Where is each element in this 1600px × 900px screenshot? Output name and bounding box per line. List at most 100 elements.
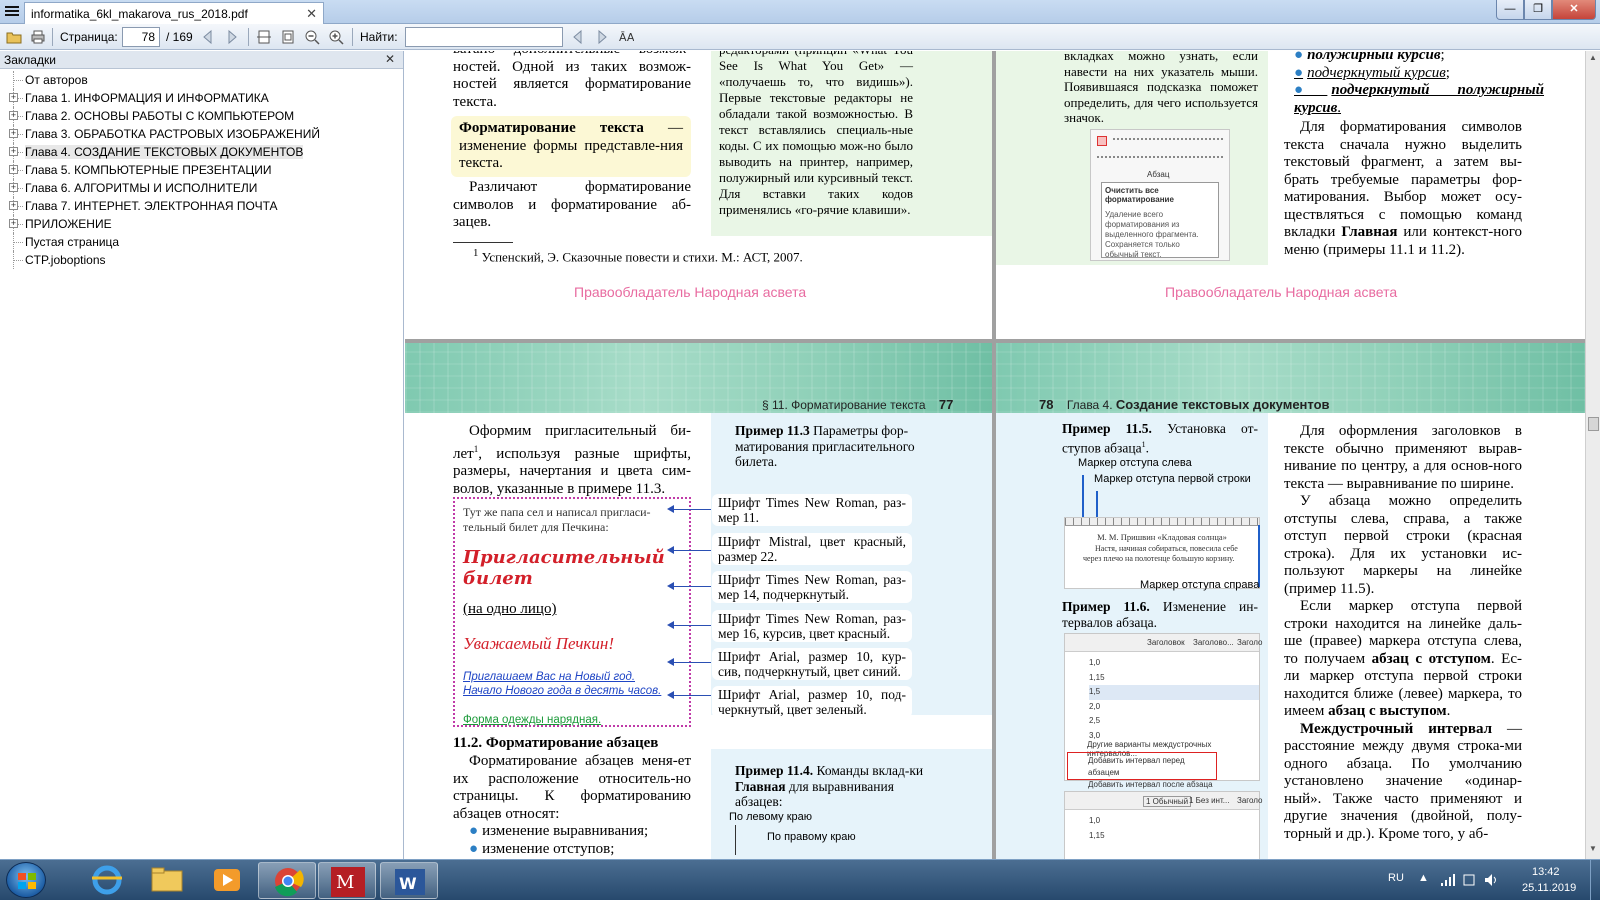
bookmark-item[interactable]: + Глава 7. ИНТЕРНЕТ. ЭЛЕКТРОННАЯ ПОЧТА xyxy=(0,197,403,215)
ribbon-buttons xyxy=(1097,156,1223,162)
bookmark-item[interactable]: + Глава 5. КОМПЬЮТЕРНЫЕ ПРЕЗЕНТАЦИИ xyxy=(0,161,403,179)
hamburger-menu-icon[interactable] xyxy=(4,4,20,20)
fit-page-icon[interactable] xyxy=(280,29,296,45)
bookmark-item[interactable]: + Глава 3. ОБРАБОТКА РАСТРОВЫХ ИЗОБРАЖЕНИ… xyxy=(0,125,403,143)
match-case-icon[interactable]: ĀA xyxy=(618,29,634,45)
sidebar-text: вкладках можно узнать, если навести на н… xyxy=(1064,51,1258,125)
invitation-card: Тут же папа сел и написал пригласи-тельн… xyxy=(453,497,691,727)
running-header: § 11. Форматирование текста 77 xyxy=(762,397,953,412)
expand-icon[interactable]: + xyxy=(9,129,18,138)
show-desktop-button[interactable] xyxy=(1590,860,1600,900)
document-tab-title: informatika_6kl_makarova_rus_2018.pdf xyxy=(31,7,248,21)
zoom-in-icon[interactable] xyxy=(328,29,344,45)
pdf-master-icon[interactable]: M xyxy=(318,862,376,899)
spacing-option: 1,0 xyxy=(1089,658,1101,667)
bookmark-label: Глава 1. ИНФОРМАЦИЯ И ИНФОРМАТИКА xyxy=(25,91,269,105)
expand-icon[interactable]: + xyxy=(9,201,18,210)
list-item: ● изменение выравнивания; xyxy=(469,823,649,839)
chrome-icon[interactable] xyxy=(258,862,316,899)
example-box: Пример 11.4. Команды вклад-ки Главная дл… xyxy=(711,749,992,859)
clock-time[interactable]: 13:42 xyxy=(1532,866,1560,878)
spacing-option: 1,5 xyxy=(1089,685,1259,700)
align-right-label: По правому краю xyxy=(767,831,856,843)
internet-explorer-icon[interactable] xyxy=(78,862,136,899)
bookmark-label: Пустая страница xyxy=(25,235,120,249)
page-paragraph: Для оформления заголовков в тексте обычн… xyxy=(1284,423,1522,492)
find-label: Найти: xyxy=(360,30,398,44)
vertical-scrollbar[interactable]: ▲ ▼ xyxy=(1585,51,1600,859)
zoom-out-icon[interactable] xyxy=(304,29,320,45)
find-previous-icon[interactable] xyxy=(570,29,586,45)
network-icon[interactable] xyxy=(1440,873,1456,887)
watermark: Правообладатель Народная асвета xyxy=(1165,284,1398,300)
bookmark-label: Глава 6. АЛГОРИТМЫ И ИСПОЛНИТЕЛИ xyxy=(25,181,258,195)
bullet-list: ● полужирный курсив; ● подчеркнутый курсив… xyxy=(1294,51,1544,117)
minimize-button[interactable]: — xyxy=(1496,0,1524,20)
page-paragraph: Междустрочный интервал — расстояние межд… xyxy=(1284,720,1523,842)
card-intro: Тут же папа сел и написал пригласи-тельн… xyxy=(463,505,651,534)
media-player-icon[interactable] xyxy=(198,862,256,899)
file-explorer-icon[interactable] xyxy=(138,862,196,899)
page-paragraph: Если маркер отступа первой строки находи… xyxy=(1284,598,1522,719)
format-spec: Шрифт Times New Roman, раз-мер 11. xyxy=(712,494,912,526)
styles-bar: 1 Обычный 1 Без инт... Заголо xyxy=(1065,792,1263,810)
bookmark-item[interactable]: + Глава 4. СОЗДАНИЕ ТЕКСТОВЫХ ДОКУМЕНТОВ xyxy=(0,143,403,161)
find-input[interactable] xyxy=(405,27,563,47)
pointer-arrow xyxy=(667,621,711,629)
pointer-arrow xyxy=(667,505,711,513)
footnote-text: Успенский, Э. Сказочные повести и стихи.… xyxy=(481,249,803,265)
sidebar-box: редакторами (принцип «What You See Is Wh… xyxy=(711,51,992,236)
expand-icon[interactable]: + xyxy=(9,93,18,102)
word-icon[interactable]: W xyxy=(380,862,438,899)
expand-icon[interactable]: + xyxy=(9,147,18,156)
previous-page-icon[interactable] xyxy=(200,29,216,45)
ribbon-screenshot: Абзац Очистить все форматирование Удален… xyxy=(1090,129,1230,261)
bookmark-item[interactable]: + Глава 2. ОСНОВЫ РАБОТЫ С КОМПЬЮТЕРОМ xyxy=(0,107,403,125)
running-title: § 11. Форматирование текста xyxy=(762,398,926,412)
page-number-input[interactable] xyxy=(122,27,160,47)
bookmark-item[interactable]: + Глава 6. АЛГОРИТМЫ И ИСПОЛНИТЕЛИ xyxy=(0,179,403,197)
expand-icon[interactable]: + xyxy=(9,111,18,120)
bookmarks-close-icon[interactable]: ✕ xyxy=(385,52,395,66)
bookmark-item[interactable]: Пустая страница xyxy=(0,233,403,251)
arrow-line xyxy=(1082,475,1084,517)
maximize-button[interactable]: ❐ xyxy=(1524,0,1552,20)
action-center-icon[interactable] xyxy=(1462,873,1476,887)
scroll-down-icon[interactable]: ▼ xyxy=(1589,844,1597,853)
start-button[interactable] xyxy=(6,862,46,898)
format-spec: Шрифт Arial, размер 10, под-черкнутый, ц… xyxy=(712,686,912,718)
expand-icon[interactable]: + xyxy=(9,219,18,228)
expand-icon[interactable]: + xyxy=(9,165,18,174)
document-tab[interactable]: informatika_6kl_makarova_rus_2018.pdf ✕ xyxy=(24,2,324,24)
close-window-button[interactable]: ✕ xyxy=(1552,0,1596,20)
bookmark-item[interactable]: + Глава 1. ИНФОРМАЦИЯ И ИНФОРМАТИКА xyxy=(0,89,403,107)
open-file-icon[interactable] xyxy=(6,29,22,45)
document-viewer[interactable]: ватано дополнительные возмож-ностей. Одн… xyxy=(405,51,1585,859)
page-total: / 169 xyxy=(166,30,193,44)
spacing-list: 1,0 1,15 xyxy=(1089,816,1105,840)
tab-close-icon[interactable]: ✕ xyxy=(306,6,317,22)
language-indicator[interactable]: RU xyxy=(1388,872,1404,884)
bookmark-label: Глава 2. ОСНОВЫ РАБОТЫ С КОМПЬЮТЕРОМ xyxy=(25,109,295,123)
next-page-icon[interactable] xyxy=(224,29,240,45)
bookmark-item[interactable]: От авторов xyxy=(0,71,403,89)
find-next-icon[interactable] xyxy=(594,29,610,45)
toolbar-separator xyxy=(352,28,353,46)
volume-icon[interactable] xyxy=(1484,873,1500,887)
bookmark-item[interactable]: CTP.joboptions xyxy=(0,251,403,269)
clock-date[interactable]: 25.11.2019 xyxy=(1522,882,1576,894)
tray-expand-icon[interactable]: ▲ xyxy=(1418,872,1429,884)
bookmarks-title: Закладки xyxy=(4,53,56,67)
page-bottom-right: 78 Глава 4. Создание текстовых документо… xyxy=(996,343,1585,859)
expand-icon[interactable]: + xyxy=(9,183,18,192)
fit-width-icon[interactable] xyxy=(256,29,272,45)
scroll-up-icon[interactable]: ▲ xyxy=(1589,53,1597,62)
spacing-option: 1,15 xyxy=(1089,672,1105,682)
page-paragraph: ватано дополнительные возмож-ностей. Одн… xyxy=(453,51,691,110)
bookmark-item[interactable]: + ПРИЛОЖЕНИЕ xyxy=(0,215,403,233)
running-header: 78 Глава 4. Создание текстовых документо… xyxy=(1039,397,1330,412)
print-icon[interactable] xyxy=(30,29,46,45)
format-spec: Шрифт Mistral, цвет красный, размер 22. xyxy=(712,533,912,565)
card-subtitle: (на одно лицо) xyxy=(463,601,557,617)
scrollbar-thumb[interactable] xyxy=(1588,417,1599,431)
